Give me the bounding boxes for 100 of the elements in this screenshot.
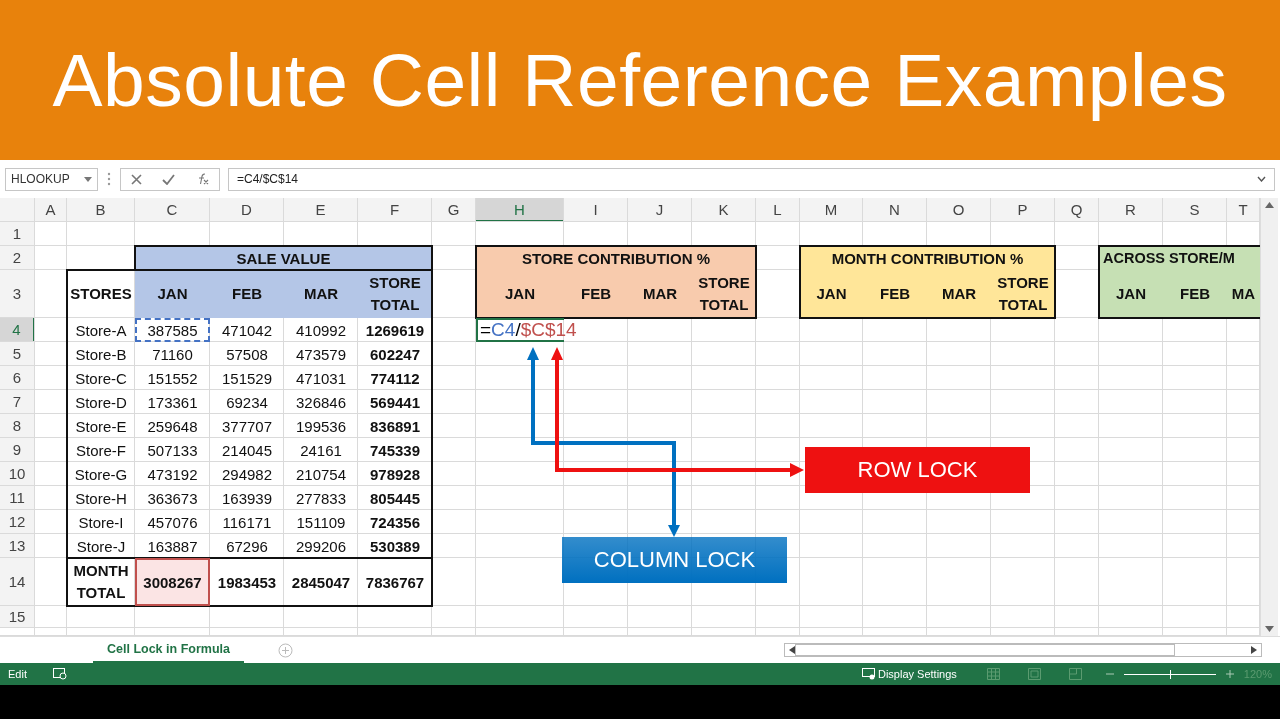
store-name-cell-text: Store-G: [73, 464, 129, 485]
column-heading: FEB: [210, 270, 284, 318]
table-cell-text: 294982: [220, 464, 274, 485]
column-header[interactable]: H: [476, 198, 564, 222]
store-name-cell-text: Store-I: [77, 512, 125, 533]
column-header[interactable]: K: [692, 198, 756, 222]
column-header[interactable]: S: [1163, 198, 1227, 222]
table-cell-text: 1269619: [364, 320, 426, 341]
left-arrow-icon[interactable]: [789, 646, 795, 654]
name-box[interactable]: HLOOKUP: [5, 167, 98, 191]
table-cell-text: 116171: [221, 512, 273, 533]
table-cell-text: 299206: [294, 536, 348, 557]
formula-field[interactable]: =C4/$C$14: [228, 167, 1275, 191]
vertical-scrollbar[interactable]: [1260, 198, 1278, 636]
column-header[interactable]: E: [284, 198, 358, 222]
store-name-cell-text: Store-H: [74, 488, 128, 509]
mode-status: Edit: [8, 668, 27, 680]
table-cell-text: 326846: [294, 392, 348, 413]
column-heading: FEB: [564, 270, 628, 318]
column-heading: MA: [1227, 270, 1260, 318]
row-header[interactable]: 5: [0, 342, 35, 366]
table-cell-text: 745339: [368, 440, 422, 461]
zoom-in-icon[interactable]: [1225, 670, 1234, 678]
table-cell-text: 24161: [299, 440, 343, 461]
column-header[interactable]: P: [991, 198, 1055, 222]
column-header[interactable]: F: [358, 198, 432, 222]
row-header[interactable]: 13: [0, 534, 35, 558]
table-cell-text: 199536: [294, 416, 348, 437]
column-header[interactable]: R: [1099, 198, 1163, 222]
row-header[interactable]: 2: [0, 246, 35, 270]
column-heading: FEB: [1163, 270, 1227, 318]
column-header[interactable]: Q: [1055, 198, 1099, 222]
table-cell: 387585: [135, 318, 210, 342]
banner-title: Absolute Cell Reference Examples: [52, 37, 1228, 123]
row-header[interactable]: 14: [0, 558, 35, 606]
table-cell-text: 410992: [294, 320, 348, 341]
display-icon[interactable]: [862, 668, 876, 680]
row-header[interactable]: 7: [0, 390, 35, 414]
row-lock-label: ROW LOCK: [805, 447, 1030, 493]
chevron-icon[interactable]: [1257, 176, 1266, 182]
column-header[interactable]: L: [756, 198, 800, 222]
row-header[interactable]: 4: [0, 318, 35, 342]
right-arrow-icon[interactable]: [1251, 646, 1257, 654]
column-header[interactable]: O: [927, 198, 991, 222]
row-header[interactable]: 15: [0, 606, 35, 628]
column-header[interactable]: C: [135, 198, 210, 222]
table-cell-text: 363673: [146, 488, 199, 509]
table-cell-text: 277833: [294, 488, 348, 509]
column-header[interactable]: B: [67, 198, 135, 222]
column-header[interactable]: N: [863, 198, 927, 222]
row-header[interactable]: 8: [0, 414, 35, 438]
store-name-cell-text: Store-D: [74, 392, 128, 413]
caret-icon: [84, 176, 92, 182]
row-header[interactable]: 1: [0, 222, 35, 246]
horizontal-scrollbar[interactable]: [784, 643, 1262, 657]
column-heading: FEB: [863, 270, 927, 318]
column-header[interactable]: G: [432, 198, 476, 222]
table-cell-text: 67296: [225, 536, 269, 557]
table-title: STORE CONTRIBUTION %: [476, 246, 756, 270]
column-heading: MAR: [628, 270, 692, 318]
store-name-cell-text: Store-E: [74, 416, 128, 437]
column-header[interactable]: T: [1227, 198, 1260, 222]
column-header[interactable]: I: [564, 198, 628, 222]
scroll-thumb[interactable]: [795, 644, 1175, 656]
store-name-cell-text: Store-F: [75, 440, 127, 461]
column-heading: JAN: [135, 270, 210, 318]
store-name-cell-text: Store-A: [74, 320, 128, 341]
row-header[interactable]: 9: [0, 438, 35, 462]
table-cell: 3008267: [135, 558, 210, 606]
cancel-icon[interactable]: [131, 173, 143, 185]
table-cell-text: 457076: [146, 512, 199, 533]
table-cell-text: 836891: [368, 416, 422, 437]
column-heading: JAN: [1099, 270, 1163, 318]
table-cell-text: 1983453: [216, 572, 278, 593]
check-icon[interactable]: [162, 173, 176, 185]
column-header[interactable]: D: [210, 198, 284, 222]
row-header[interactable]: 10: [0, 462, 35, 486]
display-settings-button[interactable]: Display Settings: [878, 668, 957, 680]
cell-formula[interactable]: =C4/$C$14: [476, 318, 628, 342]
column-header[interactable]: M: [800, 198, 863, 222]
row-header[interactable]: 12: [0, 510, 35, 534]
table-cell-text: 2845047: [290, 572, 352, 593]
down-arrow-icon[interactable]: [1265, 626, 1274, 632]
column-header[interactable]: J: [628, 198, 692, 222]
up-arrow-icon[interactable]: [1265, 202, 1274, 208]
table-cell-text: 530389: [368, 536, 422, 557]
row-heading: MONTH TOTAL: [72, 561, 130, 603]
column-heading: JAN: [800, 270, 863, 318]
row-header[interactable]: 3: [0, 270, 35, 318]
row-header[interactable]: 6: [0, 366, 35, 390]
column-heading: STORE TOTAL: [358, 270, 432, 318]
column-heading: JAN: [476, 270, 564, 318]
table-cell-text: 471042: [220, 320, 274, 341]
table-title: ACROSS STORE/M: [1099, 246, 1260, 270]
column-heading: MAR: [284, 270, 358, 318]
table-cell-text: 151109: [295, 512, 347, 533]
column-header[interactable]: A: [35, 198, 67, 222]
row-header[interactable]: 11: [0, 486, 35, 510]
macro-recording-icon[interactable]: [52, 668, 67, 680]
store-name-cell-text: Store-C: [74, 368, 128, 389]
